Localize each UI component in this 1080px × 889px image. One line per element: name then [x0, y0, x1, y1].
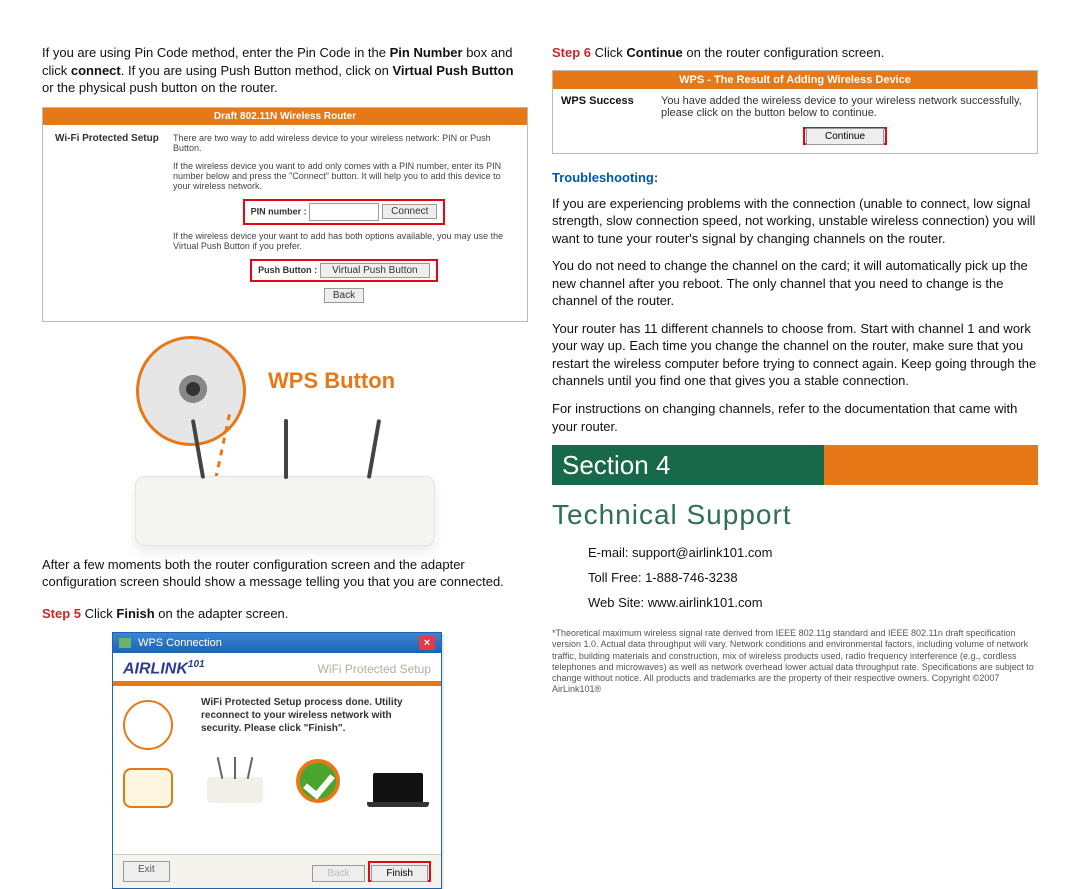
support-contact-info: E-mail: support@airlink101.com Toll Free…: [552, 545, 1038, 610]
wps-desc-1: There are two way to add wireless device…: [173, 133, 515, 153]
exit-button[interactable]: Exit: [123, 861, 170, 882]
virtual-push-button[interactable]: Virtual Push Button: [320, 263, 430, 278]
technical-support-heading: Technical Support: [552, 499, 1038, 531]
laptop-icon: [373, 773, 423, 803]
wps-done-message: WiFi Protected Setup process done. Utili…: [201, 696, 429, 735]
wps-button-closeup-icon: [136, 336, 246, 446]
support-email: E-mail: support@airlink101.com: [588, 545, 1038, 560]
router-config-header: Draft 802.11N Wireless Router: [43, 108, 527, 125]
wps-desc-2: If the wireless device you want to add o…: [173, 161, 515, 191]
troubleshoot-p1: If you are experiencing problems with th…: [552, 195, 1038, 248]
router-icon: [135, 476, 435, 546]
finish-button[interactable]: Finish: [371, 865, 428, 882]
troubleshoot-p2: You do not need to change the channel on…: [552, 257, 1038, 310]
step-5-text: Step 5 Click Finish on the adapter scree…: [42, 605, 528, 623]
after-moments-text: After a few moments both the router conf…: [42, 556, 528, 591]
check-icon: [296, 759, 340, 803]
wps-button-label: WPS Button: [268, 368, 395, 394]
troubleshoot-p4: For instructions on changing channels, r…: [552, 400, 1038, 435]
wps-connection-window: WPS Connection × AIRLINK101 WiFi Protect…: [112, 632, 442, 888]
back-button[interactable]: Back: [324, 288, 364, 303]
wps-success-screenshot: WPS - The Result of Adding Wireless Devi…: [552, 70, 1038, 154]
back-button-footer: Back: [312, 865, 364, 882]
wps-success-label: WPS Success: [553, 89, 653, 153]
wps-button-illustration: WPS Button: [42, 336, 528, 546]
support-toll-free: Toll Free: 1-888-746-3238: [588, 570, 1038, 585]
right-column: Step 6 Click Continue on the router conf…: [552, 44, 1038, 889]
router-config-screenshot: Draft 802.11N Wireless Router Wi-Fi Prot…: [42, 107, 528, 322]
troubleshoot-p3: Your router has 11 different channels to…: [552, 320, 1038, 390]
device-icons: [123, 700, 187, 850]
app-icon: [119, 638, 131, 648]
window-title: WPS Connection: [119, 637, 222, 649]
intro-text: If you are using Pin Code method, enter …: [42, 44, 528, 97]
airlink-logo: AIRLINK101: [123, 659, 205, 678]
fine-print: *Theoretical maximum wireless signal rat…: [552, 628, 1038, 696]
push-button-label: Push Button :: [258, 265, 317, 275]
window-subtitle: WiFi Protected Setup: [318, 662, 431, 676]
wps-setup-label: Wi-Fi Protected Setup: [55, 133, 165, 144]
section-4-banner: Section 4: [552, 445, 1038, 485]
support-website: Web Site: www.airlink101.com: [588, 595, 1038, 610]
step-6-text: Step 6 Click Continue on the router conf…: [552, 44, 1038, 62]
troubleshooting-heading: Troubleshooting:: [552, 170, 1038, 185]
close-icon[interactable]: ×: [419, 636, 435, 650]
wps-success-message: You have added the wireless device to yo…: [661, 95, 1022, 119]
pin-number-label: PIN number :: [251, 206, 307, 216]
connect-button[interactable]: Connect: [382, 204, 437, 219]
wps-success-header: WPS - The Result of Adding Wireless Devi…: [553, 71, 1037, 89]
router-small-icon: [207, 777, 263, 803]
left-column: If you are using Pin Code method, enter …: [42, 44, 528, 889]
continue-button[interactable]: Continue: [806, 128, 884, 145]
wps-desc-3: If the wireless device your want to add …: [173, 231, 515, 251]
pin-number-input[interactable]: [309, 203, 379, 221]
